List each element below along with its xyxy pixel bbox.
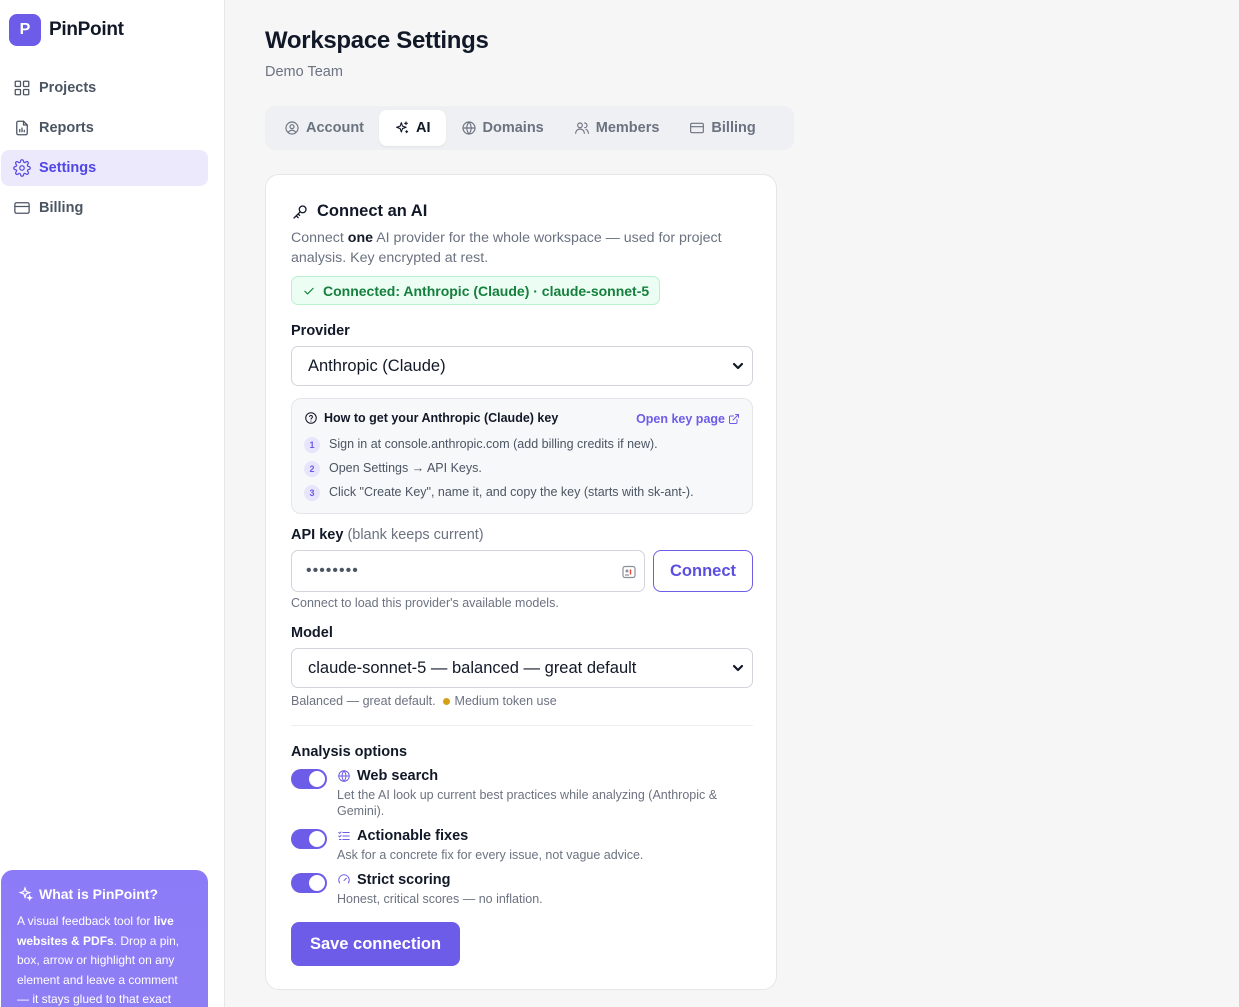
external-link-icon: [729, 414, 739, 424]
sidebar-item-label: Billing: [39, 200, 84, 216]
sidebar-item-label: Settings: [39, 160, 97, 176]
tab-members[interactable]: Members: [559, 110, 675, 146]
password-manager-icon[interactable]: [622, 565, 636, 579]
token-usage-dot: [442, 697, 450, 705]
brand-logo: P: [9, 14, 41, 46]
connect-button[interactable]: Connect: [653, 550, 753, 592]
sidebar-item-reports[interactable]: Reports: [1, 110, 208, 146]
help-circle-icon: [305, 412, 317, 424]
sidebar-nav: Projects Reports Settings Billing: [1, 70, 208, 230]
api-key-label: API key (blank keeps current): [291, 527, 484, 543]
option-title: Web search: [337, 768, 438, 784]
tab-domains[interactable]: Domains: [446, 110, 559, 146]
provider-label: Provider: [291, 323, 350, 339]
gear-icon: [13, 159, 31, 177]
step-number: 3: [304, 485, 320, 501]
sparkles-icon: [396, 121, 409, 134]
sidebar-item-label: Reports: [39, 120, 94, 136]
sidebar: P PinPoint Projects Reports Settings Bil…: [0, 0, 225, 1007]
actionable-fixes-toggle[interactable]: [291, 829, 327, 849]
tab-account[interactable]: Account: [269, 110, 379, 146]
divider: [291, 725, 753, 726]
option-description: Honest, critical scores — no inflation.: [337, 892, 543, 906]
save-connection-button[interactable]: Save connection: [291, 922, 460, 966]
card-title: Connect an AI: [291, 202, 427, 221]
instruction-step: 2 Open Settings → API Keys.: [304, 458, 482, 477]
model-select[interactable]: claude-sonnet-5 — balanced — great defau…: [291, 648, 753, 688]
globe-icon: [461, 121, 476, 135]
checklist-icon: [338, 831, 350, 840]
tab-ai[interactable]: AI: [379, 110, 446, 146]
option-description: Ask for a concrete fix for every issue, …: [337, 848, 644, 862]
model-label: Model: [291, 625, 333, 641]
step-number: 1: [304, 437, 320, 453]
promo-text: A visual feedback tool for live websites…: [17, 914, 180, 1006]
option-title: Actionable fixes: [337, 828, 468, 844]
page-subtitle: Demo Team: [265, 64, 343, 80]
instruction-step: 1 Sign in at console.anthropic.com (add …: [304, 434, 658, 453]
users-icon: [574, 122, 589, 134]
instruction-step: 3 Click "Create Key", name it, and copy …: [304, 482, 694, 501]
analysis-options-label: Analysis options: [291, 744, 408, 760]
card-icon: [690, 122, 705, 134]
tab-billing[interactable]: Billing: [674, 110, 770, 146]
api-key-input[interactable]: ••••••••: [291, 550, 645, 592]
model-hint: Balanced — great default. Medium token u…: [291, 694, 557, 708]
sidebar-item-projects[interactable]: Projects: [1, 70, 208, 106]
page-title: Workspace Settings: [265, 27, 489, 54]
option-title: Strict scoring: [337, 872, 450, 888]
key-icon: [293, 204, 307, 219]
api-key-hint: Connect to load this provider's availabl…: [291, 596, 559, 610]
gauge-icon: [338, 874, 350, 884]
connection-status-badge: Connected: Anthropic (Claude) · claude-s…: [291, 276, 661, 305]
sidebar-item-billing[interactable]: Billing: [1, 190, 208, 226]
card-icon: [14, 202, 30, 214]
promo-title: What is PinPoint?: [17, 886, 192, 902]
strict-scoring-toggle[interactable]: [291, 873, 327, 893]
sidebar-item-settings[interactable]: Settings: [1, 150, 208, 186]
brand[interactable]: P PinPoint: [9, 14, 124, 46]
step-number: 2: [304, 461, 320, 477]
globe-icon: [338, 770, 350, 782]
instructions-title: How to get your Anthropic (Claude) key: [304, 411, 558, 425]
card-description: Connect one AI provider for the whole wo…: [291, 230, 722, 266]
check-icon: [304, 287, 314, 294]
ai-connection-card: Connect an AI Connect one AI provider fo…: [265, 174, 777, 990]
sparkles-icon: [18, 886, 33, 902]
open-key-page-link[interactable]: Open key page: [636, 412, 740, 426]
provider-select[interactable]: Anthropic (Claude): [291, 346, 753, 386]
promo-card: What is PinPoint? A visual feedback tool…: [1, 870, 208, 1007]
settings-tabs: Account AI Domains Members Billing: [265, 106, 794, 150]
user-circle-icon: [285, 121, 299, 135]
report-icon: [16, 120, 28, 136]
token-usage-label: Medium token use: [454, 694, 557, 708]
web-search-toggle[interactable]: [291, 769, 327, 789]
chevron-down-icon: [732, 362, 744, 370]
sidebar-item-label: Projects: [39, 80, 97, 96]
option-description: Let the AI look up current best practice…: [337, 788, 718, 818]
brand-name: PinPoint: [49, 19, 124, 40]
grid-icon: [14, 80, 30, 96]
chevron-down-icon: [732, 664, 744, 672]
key-instructions-box: How to get your Anthropic (Claude) key O…: [291, 398, 753, 514]
